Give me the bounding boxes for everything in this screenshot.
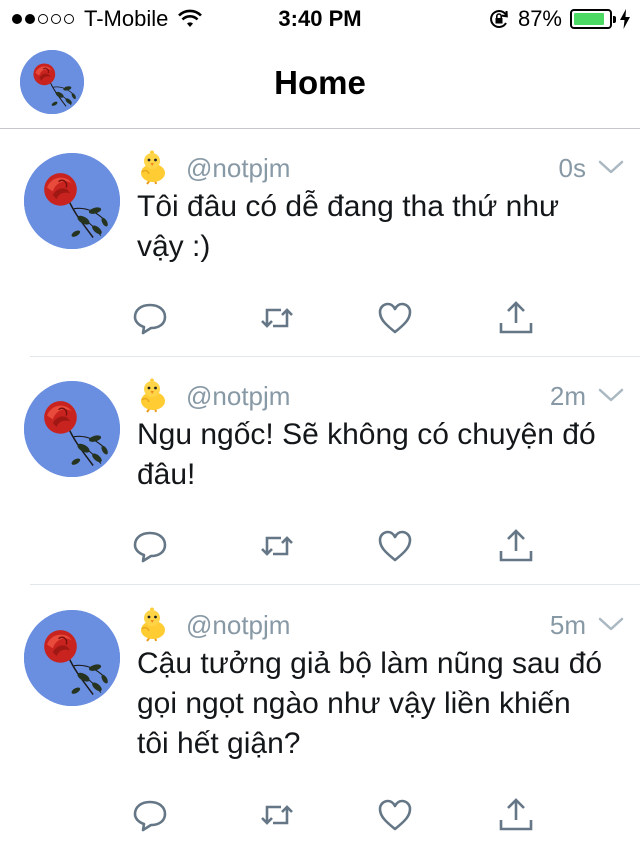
retweet-button[interactable] [257, 298, 297, 338]
avatar-image [24, 153, 120, 249]
tweet-actions [130, 795, 550, 835]
tweet-time: 2m [549, 381, 586, 411]
like-button[interactable] [375, 526, 415, 566]
heart-icon [378, 530, 412, 562]
share-button[interactable] [496, 795, 536, 835]
tweet[interactable]: @notpjm 0s Tôi đâu có dễ đang tha thứ nh… [0, 129, 640, 357]
retweet-button[interactable] [257, 795, 297, 835]
share-button[interactable] [496, 298, 536, 338]
avatar-image [24, 381, 120, 477]
page-title: Home [274, 64, 366, 101]
like-button[interactable] [375, 795, 415, 835]
tweet-avatar[interactable] [24, 610, 120, 706]
reply-button[interactable] [130, 526, 170, 566]
tweet-divider [30, 584, 640, 585]
share-icon [499, 529, 533, 562]
tweet-actions [130, 298, 550, 338]
avatar-image [24, 610, 120, 706]
like-button[interactable] [375, 298, 415, 338]
heart-icon [378, 799, 412, 831]
chevron-down-icon[interactable] [596, 612, 626, 636]
baby-chick-icon [141, 607, 165, 642]
retweet-icon [261, 308, 293, 328]
reply-icon [133, 800, 167, 832]
battery-icon [570, 9, 616, 29]
share-icon [499, 301, 533, 334]
status-right: 87% [488, 6, 630, 32]
chevron-down-icon[interactable] [596, 155, 626, 179]
status-bar: T-Mobile 3:40 PM 87% [0, 0, 640, 40]
tweet[interactable]: @notpjm 2m Ngu ngốc! Sẽ không có chuyện … [0, 357, 640, 585]
tweet[interactable]: @notpjm 5m Cậu tưởng giả bộ làm nũng sau… [0, 586, 640, 832]
reply-icon [133, 303, 167, 335]
rotation-lock-icon [490, 10, 508, 28]
nav-bar: Home [0, 40, 640, 129]
tweet-avatar[interactable] [24, 153, 120, 249]
tweet-text: Tôi đâu có dễ đang tha thứ như vậy :) [137, 190, 560, 263]
tweet-actions [130, 526, 550, 566]
tweet-handle[interactable]: @notpjm [186, 381, 290, 412]
heart-icon [378, 302, 412, 334]
tweet-handle[interactable]: @notpjm [186, 153, 290, 184]
tweet-time: 0s [558, 153, 586, 183]
retweet-icon [261, 805, 293, 825]
reply-button[interactable] [130, 298, 170, 338]
chevron-down-icon[interactable] [596, 383, 626, 407]
reply-icon [133, 531, 167, 563]
baby-chick-icon [141, 378, 165, 413]
charging-bolt-icon [620, 9, 630, 29]
tweet-avatar[interactable] [24, 381, 120, 477]
battery-level [574, 13, 604, 25]
tweet-text: Ngu ngốc! Sẽ không có chuyện đó đâu! [137, 418, 596, 491]
retweet-icon [261, 536, 293, 556]
battery-percent: 87% [517, 6, 562, 31]
share-icon [499, 798, 533, 831]
tweet-time: 5m [549, 610, 586, 640]
tweet-handle[interactable]: @notpjm [186, 610, 290, 641]
share-button[interactable] [496, 526, 536, 566]
tweet-text: Cậu tưởng giả bộ làm nũng sau đó gọi ngọ… [137, 647, 603, 760]
retweet-button[interactable] [257, 526, 297, 566]
baby-chick-icon [141, 150, 165, 185]
reply-button[interactable] [130, 795, 170, 835]
